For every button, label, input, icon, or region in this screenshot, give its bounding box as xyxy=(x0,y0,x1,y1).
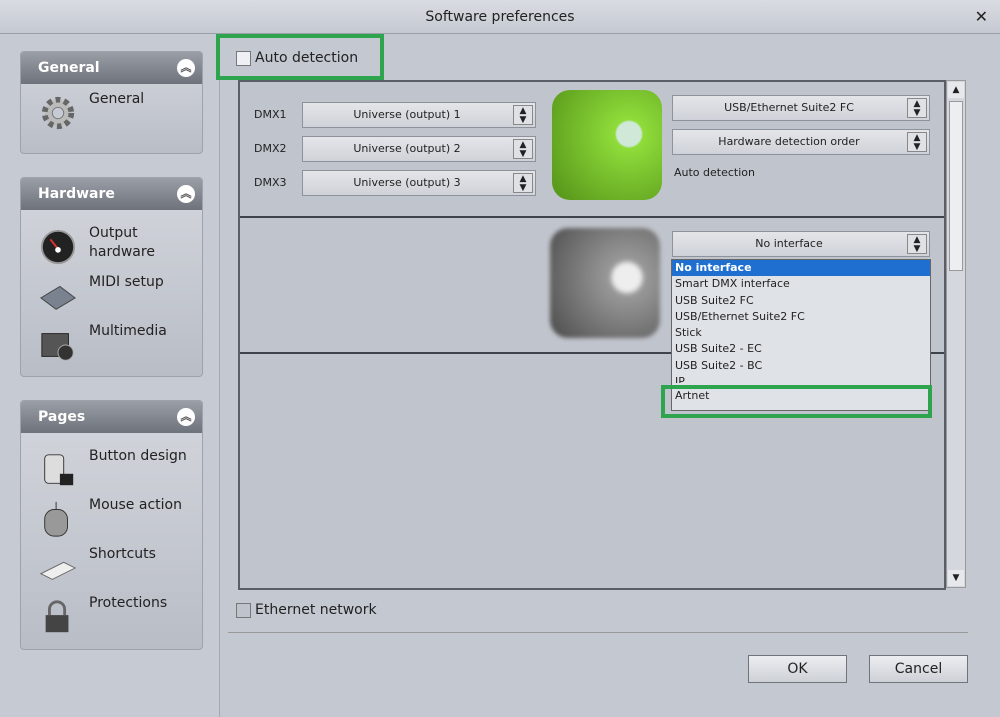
checkbox[interactable] xyxy=(236,50,251,66)
sidebar-item-mouse-action[interactable]: Mouse action xyxy=(39,496,199,541)
dmx3-label: DMX3 xyxy=(254,176,287,189)
dmx1-label: DMX1 xyxy=(254,108,287,121)
sidebar-item-button-design[interactable]: Button design xyxy=(39,447,199,492)
sidebar-item-protections[interactable]: Protections xyxy=(39,594,199,639)
ethernet-network-checkbox[interactable]: Ethernet network xyxy=(236,602,377,618)
item-label: Protections xyxy=(89,595,168,611)
item-label: Shortcuts xyxy=(89,546,156,562)
collapse-icon[interactable]: ︽ xyxy=(177,185,195,203)
highlight-box xyxy=(661,385,932,418)
keyboard-icon xyxy=(39,561,77,580)
group-title: Hardware xyxy=(38,186,115,202)
divider xyxy=(228,632,968,633)
title-bar: Software preferences xyxy=(0,0,1000,34)
dropdown-option[interactable]: USB Suite2 - EC xyxy=(672,341,930,357)
item-label: Multimedia xyxy=(89,323,167,339)
scroll-down-icon[interactable]: ▼ xyxy=(948,570,964,586)
spinner-arrows-icon[interactable]: ▲ ▼ xyxy=(907,98,927,118)
close-icon[interactable]: ✕ xyxy=(975,0,988,34)
scroll-thumb[interactable] xyxy=(949,101,963,271)
collapse-icon[interactable]: ︽ xyxy=(177,408,195,426)
sidebar: General ︽ General Hardware ︽ Output hardwa… xyxy=(0,34,220,717)
auto-detection-checkbox[interactable]: Auto detection xyxy=(236,50,358,66)
dmx2-label: DMX2 xyxy=(254,142,287,155)
device-image xyxy=(550,228,660,338)
window-title: Software preferences xyxy=(425,9,575,25)
gauge-icon xyxy=(40,229,76,265)
select-value: No interface xyxy=(755,237,823,250)
select-value: Universe (output) 1 xyxy=(353,108,461,121)
sidebar-item-output-hardware[interactable]: Output hardware xyxy=(39,224,199,269)
dropdown-option[interactable]: Smart DMX interface xyxy=(672,276,930,292)
spinner-arrows-icon[interactable]: ▲ ▼ xyxy=(513,139,533,159)
dropdown-option[interactable]: USB Suite2 FC xyxy=(672,293,930,309)
sidebar-item-midi-setup[interactable]: MIDI setup xyxy=(39,273,199,318)
sidebar-group-pages: Pages ︽ Button design Mouse action Shortc… xyxy=(20,400,203,650)
select-value: USB/Ethernet Suite2 FC xyxy=(724,101,854,114)
checkbox-label: Auto detection xyxy=(255,50,359,66)
interface-section-1: DMX1 DMX2 DMX3 Universe (output) 1 ▲ ▼ Uni… xyxy=(240,82,944,218)
spinner-arrows-icon[interactable]: ▲ ▼ xyxy=(513,173,533,193)
group-header[interactable]: Hardware ︽ xyxy=(21,178,202,210)
spinner-arrows-icon[interactable]: ▲ ▼ xyxy=(513,105,533,125)
sidebar-group-general: General ︽ General xyxy=(20,51,203,154)
midi-keyboard-icon xyxy=(40,285,76,310)
device-select-2[interactable]: No interface ▲ ▼ xyxy=(672,231,930,257)
item-label: Output hardware xyxy=(89,225,155,260)
select-value: Universe (output) 3 xyxy=(353,176,461,189)
sidebar-item-shortcuts[interactable]: Shortcuts xyxy=(39,545,199,590)
sidebar-group-hardware: Hardware ︽ Output hardware MIDI setup Mul… xyxy=(20,177,203,377)
device-select[interactable]: USB/Ethernet Suite2 FC ▲ ▼ xyxy=(672,95,930,121)
vertical-scrollbar[interactable]: ▲ ▼ xyxy=(946,80,966,588)
dmx3-select[interactable]: Universe (output) 3 ▲ ▼ xyxy=(302,170,536,196)
device-image xyxy=(552,90,662,200)
status-text: Auto detection xyxy=(674,166,755,179)
item-label: Button design xyxy=(89,448,187,464)
sidebar-item-general[interactable]: General xyxy=(39,90,199,135)
gear-icon xyxy=(41,96,75,130)
button-design-icon xyxy=(44,454,74,486)
item-label: Mouse action xyxy=(89,497,182,513)
collapse-icon[interactable]: ︽ xyxy=(177,59,195,77)
spinner-arrows-icon[interactable]: ▲ ▼ xyxy=(907,234,927,254)
group-header[interactable]: General ︽ xyxy=(21,52,202,84)
spinner-arrows-icon[interactable]: ▲ ▼ xyxy=(907,132,927,152)
dropdown-option[interactable]: USB/Ethernet Suite2 FC xyxy=(672,309,930,325)
cancel-button[interactable]: Cancel xyxy=(869,655,968,683)
multimedia-folder-icon xyxy=(41,333,74,361)
detection-order-select[interactable]: Hardware detection order ▲ ▼ xyxy=(672,129,930,155)
dropdown-option[interactable]: Stick xyxy=(672,325,930,341)
checkbox-label: Ethernet network xyxy=(255,602,377,618)
group-title: Pages xyxy=(38,409,86,425)
select-value: Universe (output) 2 xyxy=(353,142,461,155)
dmx2-select[interactable]: Universe (output) 2 ▲ ▼ xyxy=(302,136,536,162)
scroll-up-icon[interactable]: ▲ xyxy=(948,82,964,98)
dropdown-option[interactable]: No interface xyxy=(672,260,930,277)
item-label: MIDI setup xyxy=(89,274,164,290)
dropdown-option[interactable]: IP xyxy=(672,374,930,383)
select-value: Hardware detection order xyxy=(718,135,860,148)
checkbox[interactable] xyxy=(236,602,251,618)
dropdown-option[interactable]: USB Suite2 - BC xyxy=(672,358,930,374)
dmx1-select[interactable]: Universe (output) 1 ▲ ▼ xyxy=(302,102,536,128)
ok-button[interactable]: OK xyxy=(748,655,847,683)
sidebar-item-multimedia[interactable]: Multimedia xyxy=(39,322,199,367)
padlock-icon xyxy=(45,600,69,633)
group-header[interactable]: Pages ︽ xyxy=(21,401,202,433)
group-title: General xyxy=(38,60,100,76)
item-label: General xyxy=(89,91,145,107)
mouse-icon xyxy=(44,501,68,537)
